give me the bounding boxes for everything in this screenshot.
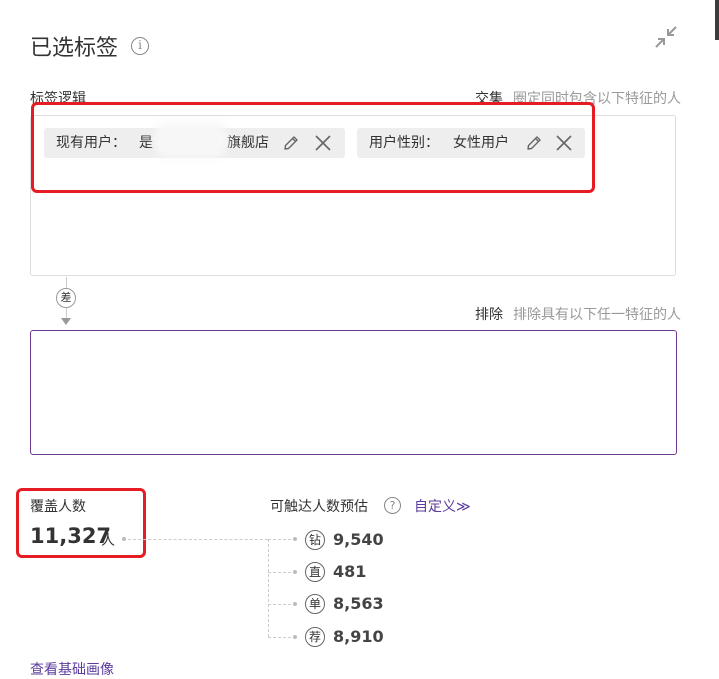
info-icon[interactable]: i [131, 37, 149, 55]
highlight-box-coverage [16, 488, 146, 558]
channel-zhi-badge: 直 [305, 562, 325, 582]
view-base-profile-link[interactable]: 查看基础画像 [30, 659, 114, 679]
connector-line [268, 539, 296, 540]
collapse-arrows-icon[interactable] [654, 25, 678, 49]
difference-badge: 差 [56, 288, 76, 308]
window-edge [715, 0, 719, 40]
connector-line [66, 277, 67, 288]
channel-zuan-badge: 钻 [305, 530, 325, 550]
connector-dot [293, 537, 297, 541]
channel-zuan-value: 9,540 [333, 530, 384, 549]
help-icon[interactable]: ? [384, 497, 401, 514]
exclude-keyword: 排除 [475, 307, 503, 323]
page-title: 已选标签 [30, 36, 119, 61]
connector-dot [122, 537, 126, 541]
channel-jian-value: 8,910 [333, 627, 384, 646]
arrow-down-icon [61, 318, 71, 325]
connector-line [128, 539, 268, 540]
connector-line [66, 308, 67, 318]
connector-line [268, 637, 296, 638]
highlight-box-tags [31, 102, 595, 193]
channel-zhi-value: 481 [333, 562, 367, 581]
connector-line [268, 539, 269, 637]
custom-link[interactable]: 自定义≫ [414, 496, 471, 516]
connector-line [268, 604, 296, 605]
reach-estimate-label: 可触达人数预估 [270, 499, 368, 515]
channel-dan-value: 8,563 [333, 594, 384, 613]
exclude-description: 排除具有以下任一特征的人 [513, 307, 681, 323]
connector-dot [293, 635, 297, 639]
connector-line [268, 572, 296, 573]
connector-dot [293, 570, 297, 574]
exclude-tag-box[interactable] [30, 330, 677, 455]
channel-dan-badge: 单 [305, 594, 325, 614]
channel-jian-badge: 荐 [305, 627, 325, 647]
connector-dot [293, 602, 297, 606]
exclude-hint: 排除 排除具有以下任一特征的人 [475, 304, 681, 324]
